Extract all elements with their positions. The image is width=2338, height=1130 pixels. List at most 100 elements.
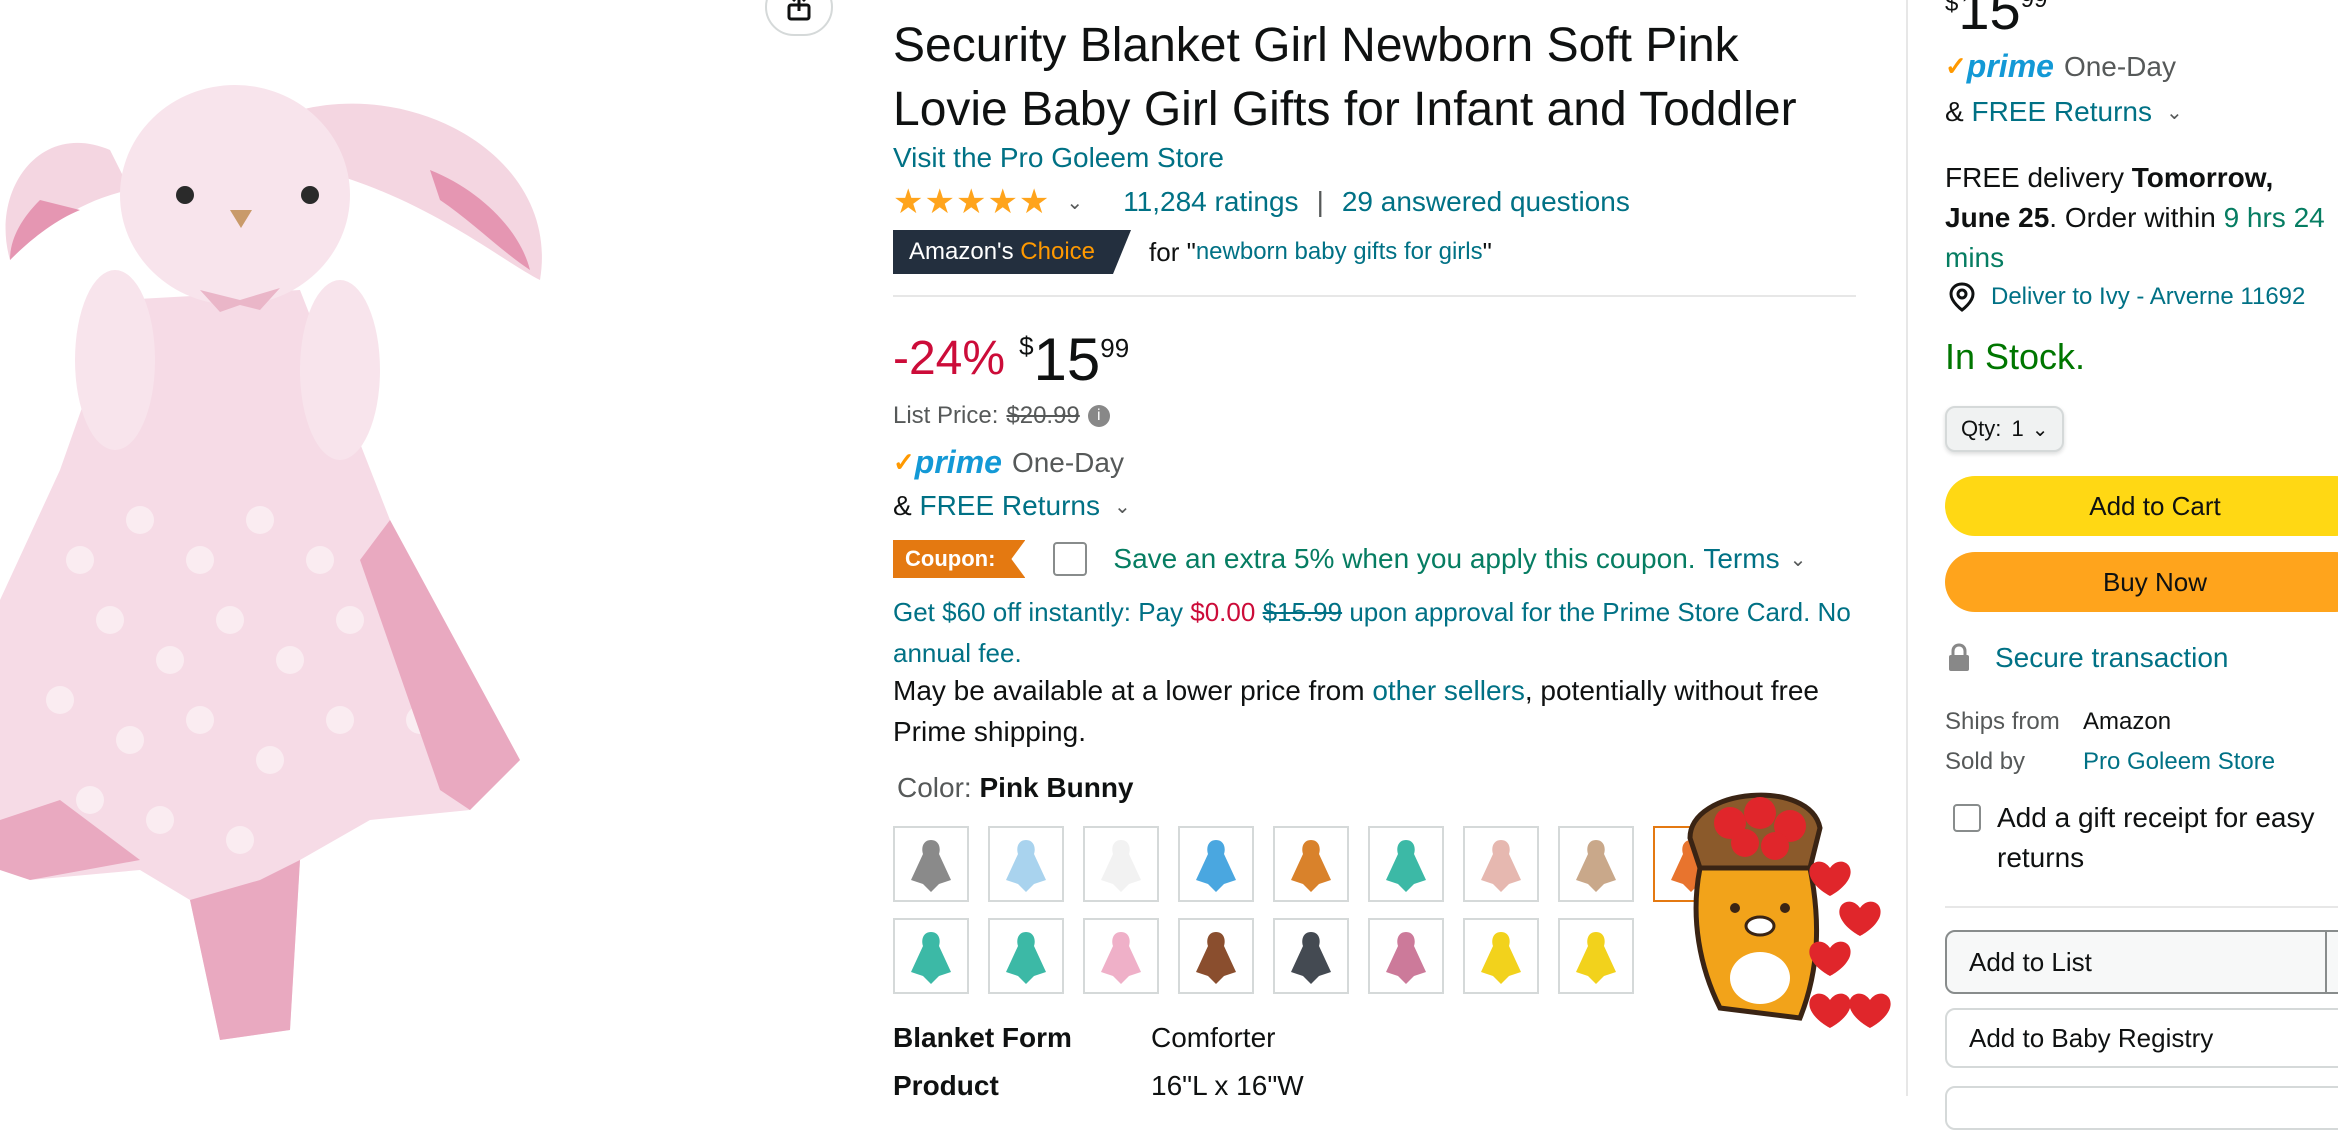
list-price-value: $20.99 (1006, 402, 1080, 429)
spec-value: Comforter (1151, 1022, 1276, 1053)
buybox-divider (1906, 0, 1908, 1096)
prime-badge-row: ✓ prime One-Day (893, 444, 1124, 481)
chevron-down-icon[interactable]: ⌄ (2166, 100, 2183, 125)
color-swatch[interactable] (988, 826, 1064, 902)
free-returns-link[interactable]: FREE Returns (919, 490, 1100, 522)
list-price-label: List Price: (893, 402, 999, 429)
product-title-line: Lovie Baby Girl Gifts for Infant and Tod… (893, 83, 1797, 136)
lower-price-pre: May be available at a lower price from (893, 675, 1373, 706)
choice-prefix: Amazon's (909, 238, 1014, 265)
gift-receipt-checkbox[interactable] (1953, 804, 1981, 832)
chevron-down-icon[interactable]: ⌄ (1066, 190, 1083, 215)
swatch-thumbnail-icon (1481, 932, 1521, 984)
free-returns-link[interactable]: FREE Returns (1971, 96, 2152, 128)
color-swatch[interactable] (893, 918, 969, 994)
coupon-terms-link[interactable]: Terms (1703, 543, 1779, 575)
prime-check-icon: ✓ (893, 447, 915, 477)
chevron-down-icon[interactable]: ⌄ (2327, 949, 2338, 975)
additional-button[interactable] (1945, 1086, 2338, 1130)
swatch-thumbnail-icon (1196, 932, 1236, 984)
swatch-thumbnail-icon (1101, 932, 1141, 984)
secure-transaction-link[interactable]: Secure transaction (1995, 642, 2228, 674)
swatch-thumbnail-icon (1101, 840, 1141, 892)
delivery-pre: FREE delivery (1945, 162, 2132, 193)
ratings-count-link[interactable]: 11,284 ratings (1123, 186, 1298, 218)
add-to-list-button[interactable]: Add to List ⌄ (1945, 930, 2338, 994)
swatch-thumbnail-icon (1291, 840, 1331, 892)
color-swatch[interactable] (1178, 826, 1254, 902)
qty-value: 1 (2011, 416, 2024, 441)
share-button[interactable] (765, 0, 833, 36)
answered-questions-link[interactable]: 29 answered questions (1342, 186, 1630, 218)
color-swatch[interactable] (1178, 918, 1254, 994)
color-swatch[interactable] (1083, 918, 1159, 994)
store-card-offer[interactable]: Get $60 off instantly: Pay $0.00 $15.99 … (893, 592, 1853, 674)
spec-row: Product 16"L x 16"W (893, 1070, 1304, 1102)
gift-receipt-row[interactable]: Add a gift receipt for easy returns (1953, 798, 2338, 878)
product-title-line: Security Blanket Girl Newborn Soft Pink (893, 19, 1739, 72)
color-swatch[interactable] (1368, 826, 1444, 902)
color-swatch[interactable] (1083, 826, 1159, 902)
sold-by-link[interactable]: Pro Goleem Store (2083, 748, 2275, 775)
secure-transaction-row[interactable]: Secure transaction (1947, 642, 2228, 674)
chevron-down-icon[interactable]: ⌄ (1114, 494, 1131, 519)
star-rating[interactable]: ★★★★★ (893, 182, 1050, 222)
spec-key: Blanket Form (893, 1022, 1072, 1053)
info-icon[interactable]: i (1087, 405, 1110, 427)
amazons-choice-badge: Amazon's Choice (893, 230, 1131, 274)
card-offer-pre: Get $60 off instantly: Pay (893, 597, 1191, 627)
product-main-image[interactable] (0, 0, 560, 1096)
ampersand: & (893, 490, 912, 521)
color-swatch[interactable] (1558, 826, 1634, 902)
list-price-row: List Price: $20.99 i (893, 402, 1110, 430)
divider (1945, 906, 2338, 908)
ships-sold-info: Ships from Amazon Sold by Pro Goleem Store (1945, 702, 2275, 782)
chevron-down-icon: ⌄ (2031, 418, 2049, 441)
coupon-checkbox[interactable] (1053, 542, 1088, 576)
card-offer-old: $15.99 (1262, 597, 1343, 627)
prime-check-icon: ✓ (1945, 51, 1967, 81)
add-to-cart-button[interactable]: Add to Cart (1945, 476, 2338, 536)
swatch-thumbnail-icon (1291, 932, 1331, 984)
spec-key: Product (893, 1070, 999, 1101)
chevron-down-icon[interactable]: ⌄ (1790, 547, 1807, 572)
other-sellers-link[interactable]: other sellers (1372, 675, 1525, 706)
color-swatch[interactable] (1273, 826, 1349, 902)
choice-query-link[interactable]: newborn baby gifts for girls (1196, 238, 1483, 266)
color-swatch[interactable] (893, 826, 969, 902)
color-swatch[interactable] (1463, 826, 1539, 902)
price-block: -24% $ 15 99 (893, 325, 1129, 395)
price-currency: $ (1019, 331, 1034, 361)
sold-by-label: Sold by (1945, 748, 2026, 775)
color-swatch[interactable] (1368, 918, 1444, 994)
buybox-currency: $ (1945, 0, 1959, 17)
prime-speed: One-Day (1011, 446, 1124, 478)
returns-row: & FREE Returns ⌄ (893, 490, 1131, 522)
delivery-info: FREE delivery Tomorrow, June 25. Order w… (1945, 158, 2338, 278)
color-swatch[interactable] (988, 918, 1064, 994)
price-fraction: 99 (1100, 333, 1130, 363)
buybox-returns-row: & FREE Returns ⌄ (1945, 96, 2183, 128)
prime-logo: prime (1966, 48, 2054, 84)
bear-with-hearts-icon (1687, 792, 1891, 1028)
buybox-price: $ 15 99 (1945, 0, 2047, 40)
lower-price-notice: May be available at a lower price from o… (893, 670, 1853, 752)
add-to-list-label: Add to List (1947, 932, 2327, 992)
add-to-registry-button[interactable]: Add to Baby Registry (1945, 1008, 2338, 1068)
choice-word: Choice (1020, 238, 1096, 265)
swatch-thumbnail-icon (1386, 932, 1426, 984)
color-swatch[interactable] (1558, 918, 1634, 994)
spec-value: 16"L x 16"W (1151, 1070, 1304, 1101)
card-offer-pay: $0.00 (1190, 597, 1256, 627)
buy-box: $ 15 99 ✓ prime One-Day & FREE Returns ⌄… (1945, 0, 2338, 1130)
deliver-to-text[interactable]: Deliver to Ivy - Arverne 11692 (1991, 283, 2305, 311)
buy-now-button[interactable]: Buy Now (1945, 552, 2338, 612)
store-link[interactable]: Visit the Pro Goleem Store (893, 142, 1224, 174)
swatch-thumbnail-icon (1386, 840, 1426, 892)
color-swatch[interactable] (1463, 918, 1539, 994)
color-swatch[interactable] (1273, 918, 1349, 994)
quantity-select[interactable]: Qty: 1 ⌄ (1945, 406, 2065, 452)
prime-logo: prime (914, 444, 1002, 480)
deliver-to-link[interactable]: Deliver to Ivy - Arverne 11692 (1945, 282, 2305, 312)
rating-row: ★★★★★ ⌄ 11,284 ratings | 29 answered que… (893, 182, 1630, 222)
